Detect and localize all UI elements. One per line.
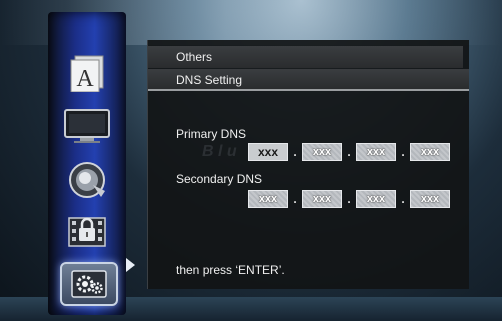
- parental-lock-icon: [65, 210, 109, 250]
- secondary-dns-octet-3[interactable]: xxx: [356, 190, 396, 208]
- sidebar-item-display[interactable]: [58, 104, 116, 148]
- language-letter-icon: A: [65, 52, 109, 92]
- sidebar-item-language[interactable]: A: [58, 50, 116, 94]
- sidebar-item-parental[interactable]: [58, 208, 116, 252]
- svg-text:A: A: [76, 66, 94, 92]
- audio-speaker-icon: [65, 159, 109, 201]
- display-monitor-icon: [62, 107, 112, 145]
- secondary-dns-dot-2: .: [347, 192, 351, 206]
- secondary-dns-input: xxx . xxx . xxx . xxx: [248, 189, 450, 209]
- sidebar-item-setup[interactable]: [60, 262, 118, 306]
- primary-dns-octet-1[interactable]: xxx: [248, 143, 288, 161]
- secondary-dns-label: Secondary DNS: [176, 172, 263, 186]
- primary-dns-octet-4[interactable]: xxx: [410, 143, 450, 161]
- secondary-dns-dot-1: .: [293, 192, 297, 206]
- primary-dns-octet-2[interactable]: xxx: [302, 143, 342, 161]
- instruction-text: then press ‘ENTER’.: [176, 263, 285, 277]
- dns-setting-panel: Others DNS Setting B l u Primary DNS xxx…: [147, 40, 469, 289]
- page-title: DNS Setting: [148, 69, 469, 91]
- primary-dns-dot-2: .: [347, 145, 351, 159]
- secondary-dns-dot-3: .: [401, 192, 405, 206]
- bluray-watermark: B l u: [202, 143, 237, 160]
- settings-sidebar: A: [48, 12, 126, 315]
- sidebar-item-audio[interactable]: [58, 158, 116, 202]
- secondary-dns-octet-4[interactable]: xxx: [410, 190, 450, 208]
- secondary-dns-octet-2[interactable]: xxx: [302, 190, 342, 208]
- primary-dns-input: xxx . xxx . xxx . xxx: [248, 142, 450, 162]
- secondary-dns-octet-1[interactable]: xxx: [248, 190, 288, 208]
- selection-arrow-icon: [126, 258, 135, 272]
- setup-gears-icon: [69, 267, 109, 301]
- section-title: Others: [148, 46, 463, 68]
- primary-dns-label: Primary DNS: [176, 127, 247, 141]
- primary-dns-dot-3: .: [401, 145, 405, 159]
- primary-dns-dot-1: .: [293, 145, 297, 159]
- primary-dns-octet-3[interactable]: xxx: [356, 143, 396, 161]
